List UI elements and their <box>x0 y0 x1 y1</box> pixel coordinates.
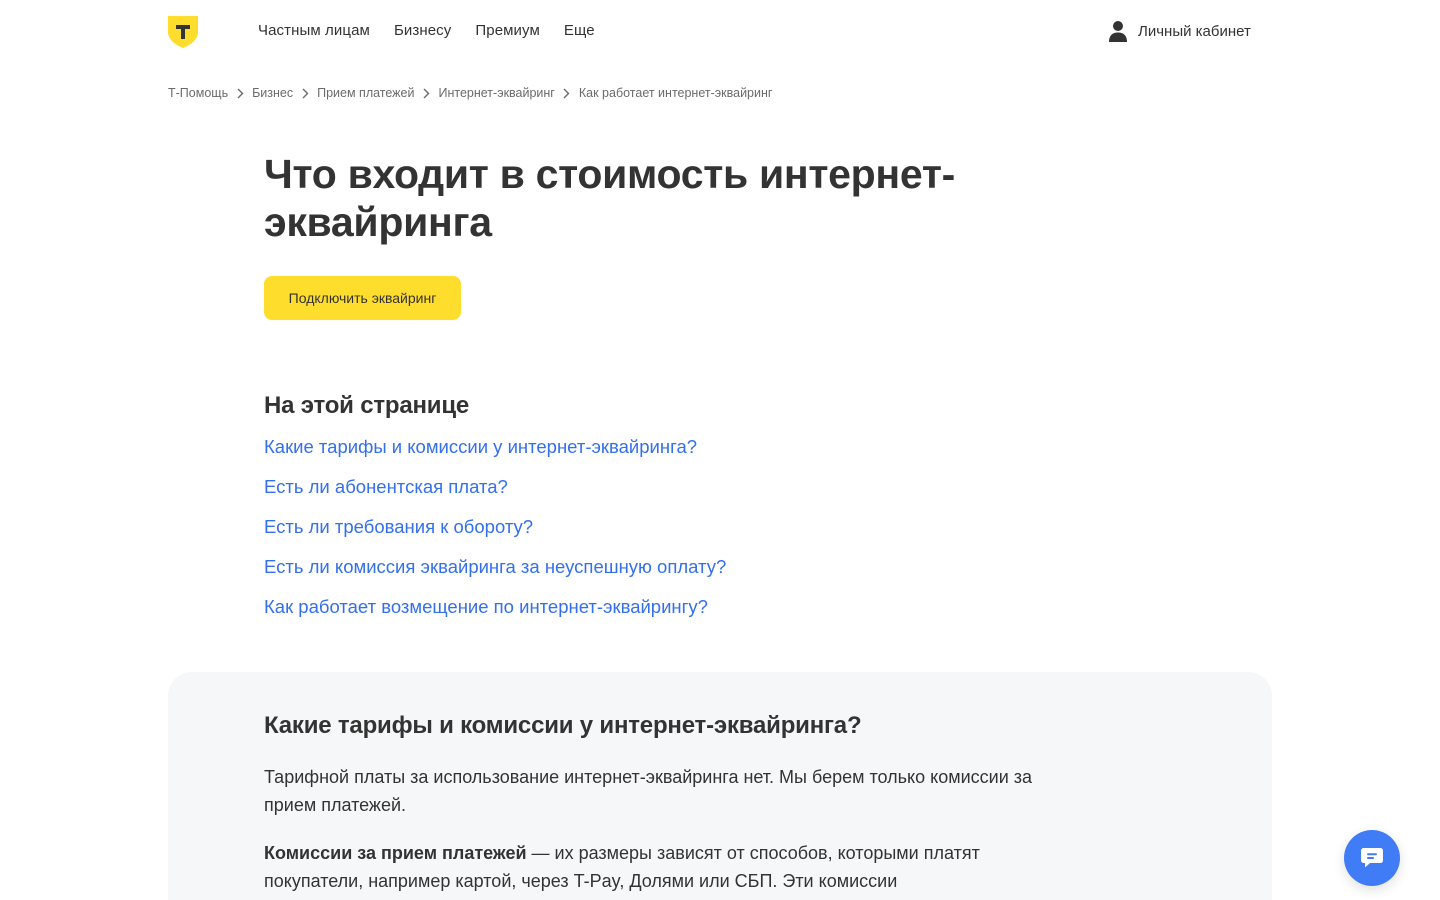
tariffs-section: Какие тарифы и комиссии у интернет-эквай… <box>168 672 1272 900</box>
breadcrumb: Т-Помощь Бизнес Прием платежей Интернет-… <box>168 86 772 100</box>
section-bold-text: Комиссии за прием платежей <box>264 843 527 863</box>
list-item: Какие тарифы и комиссии у интернет-эквай… <box>264 436 726 476</box>
header: Частным лицам Бизнесу Премиум Еще Личный… <box>0 0 1440 64</box>
chevron-right-icon <box>228 86 252 100</box>
nav-item-premium[interactable]: Премиум <box>475 22 540 39</box>
list-item: Есть ли абонентская плата? <box>264 476 726 516</box>
toc-title: На этой странице <box>264 392 470 419</box>
breadcrumb-item-business[interactable]: Бизнес <box>252 86 293 100</box>
nav-item-individuals[interactable]: Частным лицам <box>258 22 370 39</box>
t-logo-icon[interactable] <box>168 16 198 48</box>
toc-link-refund[interactable]: Как работает возмещение по интернет-эква… <box>264 596 708 617</box>
page-title: Что входит в стоимость интернет-эквайрин… <box>264 151 955 245</box>
section-paragraph: Комиссии за прием платежей — их размеры … <box>264 839 1044 895</box>
toc-link-failed-payment[interactable]: Есть ли комиссия эквайринга за неуспешну… <box>264 556 726 577</box>
nav-item-more[interactable]: Еще <box>564 22 595 39</box>
breadcrumb-item-how-it-works[interactable]: Как работает интернет-эквайринг <box>579 86 773 100</box>
chevron-right-icon <box>293 86 317 100</box>
account-label: Личный кабинет <box>1138 22 1251 40</box>
list-item: Есть ли комиссия эквайринга за неуспешну… <box>264 556 726 596</box>
toc-link-turnover[interactable]: Есть ли требования к обороту? <box>264 516 533 537</box>
chat-button[interactable] <box>1344 830 1400 886</box>
toc-link-subscription-fee[interactable]: Есть ли абонентская плата? <box>264 476 508 497</box>
chat-icon <box>1361 848 1383 868</box>
breadcrumb-item-payments[interactable]: Прием платежей <box>317 86 414 100</box>
toc-list: Какие тарифы и комиссии у интернет-эквай… <box>264 436 726 636</box>
connect-acquiring-button[interactable]: Подключить эквайринг <box>264 276 461 320</box>
chevron-right-icon <box>555 86 579 100</box>
breadcrumb-item-acquiring[interactable]: Интернет-эквайринг <box>438 86 554 100</box>
list-item: Есть ли требования к обороту? <box>264 516 726 556</box>
breadcrumb-item-help[interactable]: Т-Помощь <box>168 86 228 100</box>
user-icon <box>1109 21 1127 42</box>
nav-item-business[interactable]: Бизнесу <box>394 22 451 39</box>
toc-link-tariffs[interactable]: Какие тарифы и комиссии у интернет-эквай… <box>264 436 697 457</box>
section-paragraph: Тарифной платы за использование интернет… <box>264 767 1033 815</box>
section-title: Какие тарифы и комиссии у интернет-эквай… <box>264 712 862 739</box>
account-link[interactable]: Личный кабинет <box>1108 20 1251 42</box>
chevron-right-icon <box>414 86 438 100</box>
main-nav: Частным лицам Бизнесу Премиум Еще <box>258 22 595 39</box>
list-item: Как работает возмещение по интернет-эква… <box>264 596 726 636</box>
